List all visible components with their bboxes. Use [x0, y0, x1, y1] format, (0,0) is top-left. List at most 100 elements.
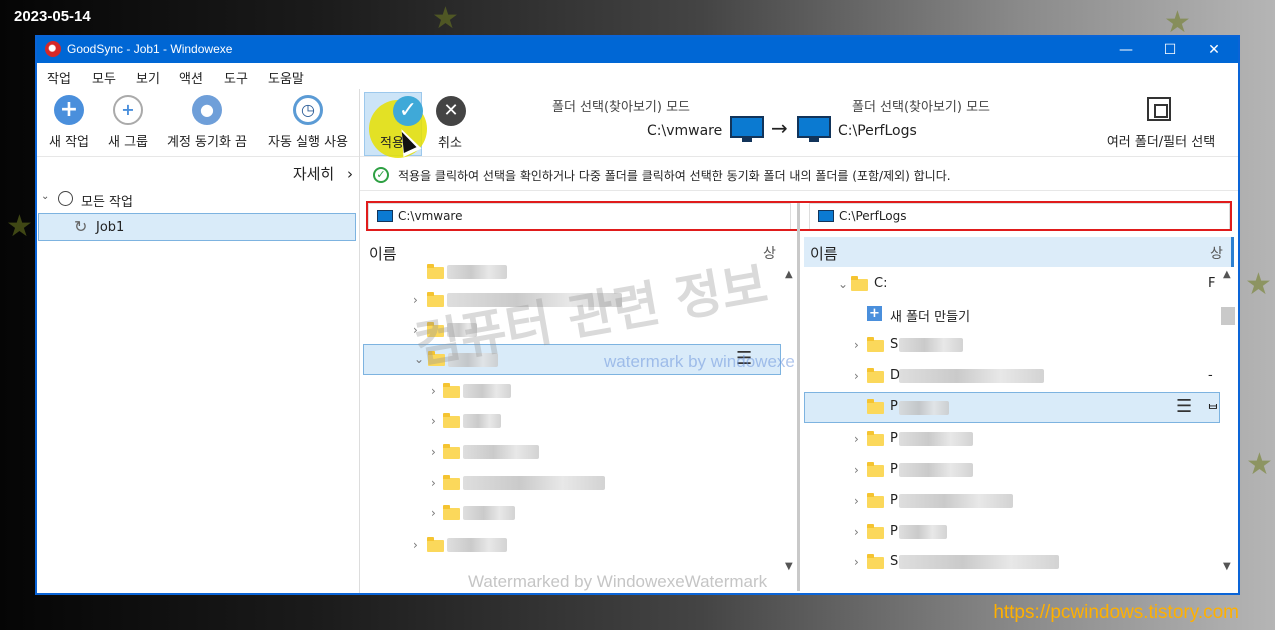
job-label: Job1 — [96, 220, 125, 235]
details-toggle[interactable]: 자세히 › — [293, 163, 353, 184]
date-stamp: 2023-05-14 — [14, 8, 91, 25]
left-folder-row[interactable]: › — [363, 410, 793, 438]
left-folder-row[interactable]: › — [363, 534, 793, 562]
star-decoration-icon: ★ — [1246, 447, 1273, 482]
left-computer-icon[interactable] — [730, 116, 764, 144]
chevron-right-icon[interactable]: › — [854, 338, 859, 352]
user-sync-icon: ● — [192, 95, 222, 125]
new-folder-row[interactable]: + 새 폴더 만들기 — [804, 303, 1236, 331]
scroll-thumb[interactable] — [1221, 307, 1235, 325]
chevron-right-icon[interactable]: › — [854, 555, 859, 569]
chevron-right-icon[interactable]: › — [431, 506, 436, 520]
star-decoration-icon: ★ — [432, 1, 459, 36]
right-selected-folder-row[interactable]: P ☰ ᄇ — [804, 392, 1220, 423]
scroll-down-icon[interactable]: ▼ — [1223, 561, 1231, 572]
check-circle-icon: ✓ — [373, 167, 389, 183]
all-jobs-item[interactable]: ⌄ 모든 작업 — [37, 186, 359, 212]
info-bar: ✓ 적용을 클릭하여 선택을 확인하거나 다중 폴더를 클릭하여 선택한 동기화… — [360, 159, 1238, 191]
left-folder-row[interactable]: › — [363, 441, 793, 469]
title-bar[interactable]: GoodSync - Job1 - Windowexe — ☐ ✕ — [37, 37, 1238, 63]
multi-folder-filter-button[interactable]: 여러 폴더/필터 선택 — [1097, 93, 1225, 153]
menu-icon[interactable]: ☰ — [1176, 396, 1192, 417]
right-name-column[interactable]: 이름 — [810, 243, 838, 264]
drive-row[interactable]: ⌄ C: F — [804, 273, 1236, 301]
menu-view[interactable]: 보기 — [136, 68, 160, 87]
menu-help[interactable]: 도움말 — [268, 68, 304, 87]
auto-run-button[interactable]: ◷ 자동 실행 사용 — [261, 93, 355, 153]
right-computer-icon[interactable] — [797, 116, 831, 144]
left-scrollbar[interactable]: ▲ ▼ — [785, 269, 793, 591]
right-column-header[interactable]: 이름 상 — [804, 237, 1234, 267]
left-name-column[interactable]: 이름 — [369, 243, 397, 264]
right-folder-row[interactable]: › P — [804, 490, 1236, 518]
folder-icon — [427, 264, 444, 279]
folder-icon — [443, 475, 460, 490]
folder-icon — [443, 444, 460, 459]
sync-direction-arrow-icon[interactable]: → — [771, 116, 788, 140]
chevron-right-icon[interactable]: › — [431, 414, 436, 428]
scroll-down-icon[interactable]: ▼ — [785, 561, 793, 572]
watermark-bottom: Watermarked by WindowexeWatermark — [468, 572, 768, 591]
new-group-icon: + — [113, 95, 143, 125]
chevron-right-icon[interactable]: › — [431, 476, 436, 490]
minimize-button[interactable]: — — [1103, 37, 1149, 63]
maximize-button[interactable]: ☐ — [1147, 37, 1193, 63]
left-folder-path[interactable]: C:\vmware — [647, 123, 722, 139]
right-folder-row[interactable]: › P — [804, 459, 1236, 487]
left-folder-row[interactable]: › — [363, 380, 793, 408]
left-second-column[interactable]: 상 — [763, 243, 776, 263]
multi-folder-icon — [1147, 97, 1171, 121]
blurred-name — [899, 555, 1059, 569]
right-folder-row[interactable]: › P — [804, 428, 1236, 456]
new-group-button[interactable]: + 새 그룹 — [101, 93, 155, 153]
menu-job[interactable]: 작업 — [47, 68, 71, 87]
site-url: https://pcwindows.tistory.com — [993, 602, 1239, 623]
chevron-right-icon[interactable]: › — [854, 463, 859, 477]
right-folder-path[interactable]: C:\PerfLogs — [838, 123, 917, 139]
blurred-name — [899, 432, 973, 446]
row-letter: S — [890, 554, 899, 569]
cancel-x-icon[interactable]: ✕ — [436, 96, 466, 126]
job-item[interactable]: ↻ Job1 — [38, 213, 356, 241]
menu-tools[interactable]: 도구 — [224, 68, 248, 87]
details-label: 자세히 — [292, 165, 335, 183]
cancel-button[interactable]: 취소 — [438, 132, 462, 151]
clock-icon: ◷ — [293, 95, 323, 125]
right-folder-row[interactable]: › S — [804, 334, 1236, 362]
left-folder-row[interactable]: › — [363, 502, 793, 530]
chevron-right-icon[interactable]: › — [854, 525, 859, 539]
status-circle-icon — [58, 191, 73, 206]
chevron-right-icon[interactable]: › — [431, 384, 436, 398]
left-mode-label: 폴더 선택(찾아보기) 모드 — [552, 100, 691, 115]
left-folder-row[interactable]: › — [363, 472, 793, 500]
scroll-up-icon[interactable]: ▲ — [1223, 269, 1231, 280]
blurred-name — [463, 445, 539, 459]
folder-icon — [851, 276, 868, 291]
menu-action[interactable]: 액션 — [179, 68, 203, 87]
blurred-name — [899, 525, 947, 539]
blurred-name — [463, 506, 515, 520]
splitter[interactable] — [797, 203, 800, 591]
goodsync-app-icon — [45, 41, 61, 57]
chevron-down-icon[interactable]: ⌄ — [838, 277, 848, 291]
chevron-right-icon[interactable]: › — [854, 432, 859, 446]
right-folder-row[interactable]: › D - — [804, 365, 1236, 393]
right-second-column[interactable]: 상 — [1210, 243, 1223, 263]
account-sync-off-button[interactable]: ● 계정 동기화 끔 — [161, 93, 253, 153]
chevron-right-icon[interactable]: › — [413, 538, 418, 552]
new-job-button[interactable]: + 새 작업 — [43, 93, 95, 153]
folder-icon — [443, 413, 460, 428]
chevron-right-icon[interactable]: › — [854, 369, 859, 383]
right-folder-row[interactable]: › P — [804, 521, 1236, 549]
menu-all[interactable]: 모두 — [92, 68, 116, 87]
chevron-right-icon[interactable]: › — [854, 494, 859, 508]
chevron-right-icon[interactable]: › — [431, 445, 436, 459]
new-group-label: 새 그룹 — [107, 135, 148, 150]
right-folder-row[interactable]: › S — [804, 551, 1236, 579]
chevron-down-icon[interactable]: ⌄ — [41, 191, 49, 202]
close-button[interactable]: ✕ — [1191, 37, 1237, 63]
right-scrollbar[interactable]: ▲ ▼ — [1221, 269, 1235, 591]
star-decoration-icon: ★ — [1245, 267, 1272, 302]
folder-icon — [443, 505, 460, 520]
scroll-up-icon[interactable]: ▲ — [785, 269, 793, 280]
